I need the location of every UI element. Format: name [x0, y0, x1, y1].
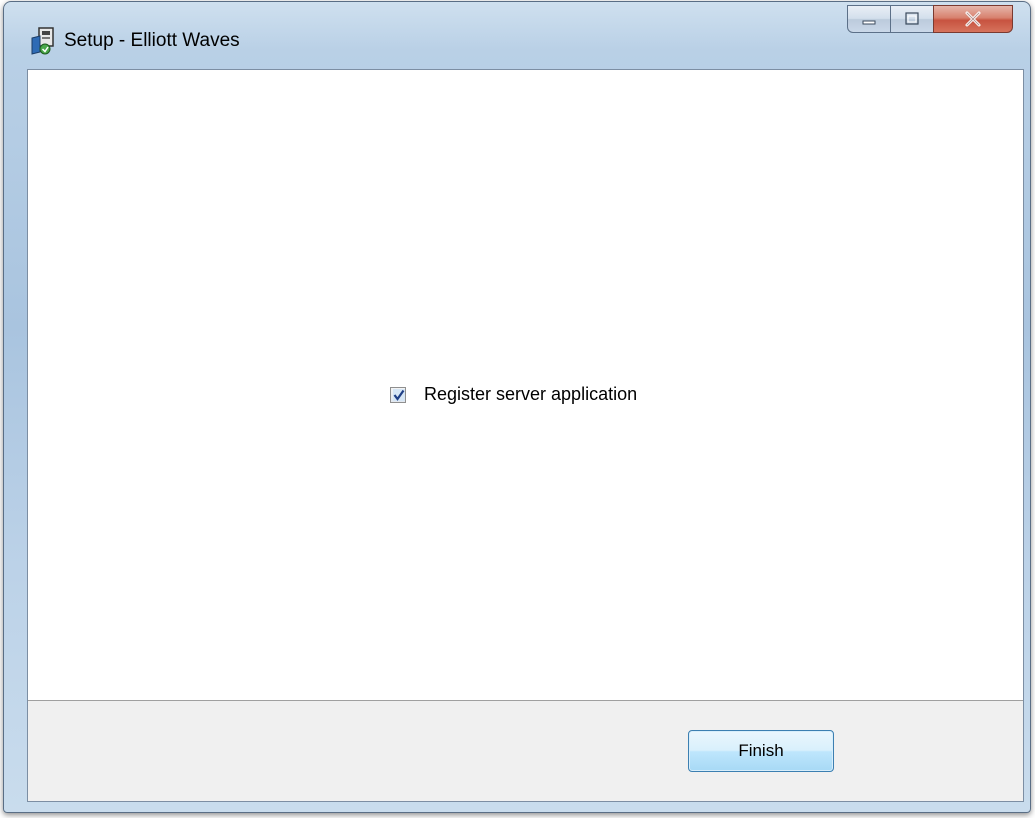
setup-content-area: Register server application Finish	[27, 69, 1024, 802]
checkmark-icon	[393, 388, 405, 401]
setup-app-icon	[30, 26, 58, 56]
minimize-icon	[862, 20, 876, 25]
window-title: Setup - Elliott Waves	[64, 30, 240, 51]
close-icon	[965, 11, 981, 27]
register-server-option[interactable]: Register server application	[390, 384, 637, 405]
register-server-label: Register server application	[424, 384, 638, 404]
setup-window: Setup - Elliott Waves Register server ap…	[3, 1, 1031, 813]
close-button[interactable]	[933, 5, 1013, 33]
maximize-icon	[905, 12, 919, 25]
minimize-button[interactable]	[847, 5, 891, 33]
title-bar[interactable]: Setup - Elliott Waves	[4, 2, 1030, 68]
button-panel: Finish	[28, 700, 1023, 801]
finish-button[interactable]: Finish	[688, 730, 834, 772]
register-server-checkbox[interactable]	[390, 386, 406, 403]
maximize-button[interactable]	[890, 5, 934, 33]
